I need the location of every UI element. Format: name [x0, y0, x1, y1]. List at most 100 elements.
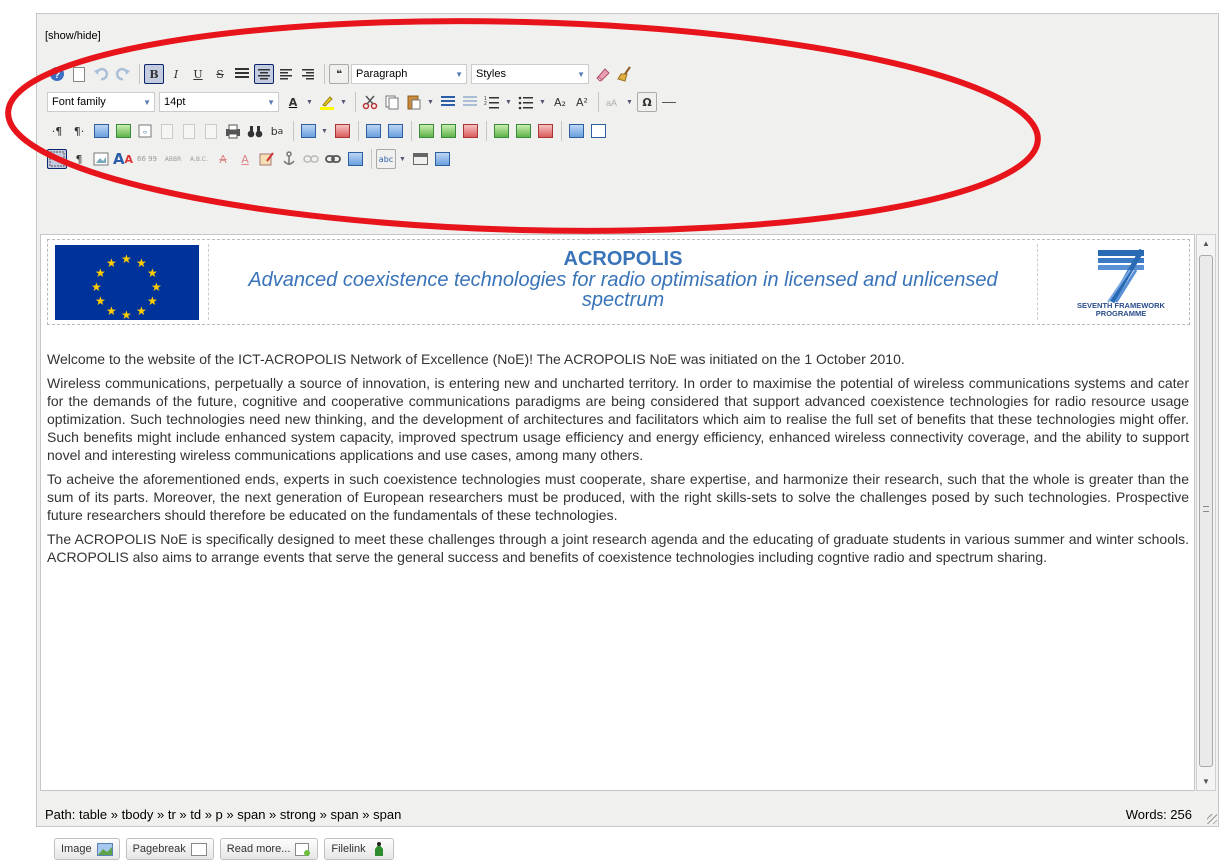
numbered-list-icon[interactable]: 12 [482, 92, 502, 112]
insert-table-icon[interactable] [298, 121, 318, 141]
toolbar-separator [324, 64, 325, 84]
chevron-down-icon[interactable]: ▼ [320, 121, 329, 141]
chevron-down-icon[interactable]: ▼ [305, 92, 314, 112]
font-size-select[interactable]: 14pt ▼ [159, 92, 279, 112]
search-binoculars-icon[interactable] [245, 121, 265, 141]
spellcheck-button[interactable]: abc [376, 149, 396, 169]
cleanup-broom-icon[interactable] [615, 64, 635, 84]
insert-row-before-icon[interactable] [416, 121, 436, 141]
merge-cells-icon[interactable] [588, 121, 608, 141]
underline-button[interactable]: U [188, 64, 208, 84]
subscript-button[interactable]: A₂ [550, 92, 570, 112]
visualchars-icon[interactable] [201, 121, 221, 141]
bullet-list-icon[interactable] [516, 92, 536, 112]
page-break-icon[interactable] [410, 149, 430, 169]
special-character-button[interactable]: Ω [637, 92, 657, 112]
read-more-button[interactable]: Read more... [219, 838, 319, 860]
redo-icon[interactable] [113, 64, 133, 84]
table-cell-props-icon[interactable] [385, 121, 405, 141]
bold-button[interactable]: B [144, 64, 164, 84]
chevron-down-icon[interactable]: ▼ [504, 92, 513, 112]
insert-layer-icon[interactable] [157, 121, 177, 141]
template-icon[interactable] [113, 121, 133, 141]
align-left-icon[interactable] [276, 64, 296, 84]
toolbar-row-4: ¶ AA 66 99 ABBR A.B.C. A A abc ▼ [47, 147, 454, 171]
editor-content-area[interactable]: ★ ★ ★ ★ ★ ★ ★ ★ ★ ★ ★ ★ ACROPOLIS Advanc… [40, 234, 1195, 791]
text-color-icon[interactable]: A [283, 92, 303, 112]
resize-grip-icon[interactable] [1207, 814, 1217, 824]
strikethrough-button[interactable]: S [210, 64, 230, 84]
superscript-button[interactable]: A² [572, 92, 592, 112]
vertical-scrollbar[interactable]: ▲ ▼ [1196, 234, 1216, 791]
visual-aid-icon[interactable] [47, 149, 67, 169]
delete-column-icon[interactable] [535, 121, 555, 141]
styles-select[interactable]: Styles ▼ [471, 64, 589, 84]
anchor-icon[interactable] [279, 149, 299, 169]
blockquote-icon[interactable]: ❝ [329, 64, 349, 84]
html-source-icon[interactable]: ‹› [135, 121, 155, 141]
insert-column-after-icon[interactable] [513, 121, 533, 141]
align-right-icon[interactable] [298, 64, 318, 84]
nonbreaking-space-icon[interactable]: ¶ [69, 149, 89, 169]
italic-button[interactable]: I [166, 64, 186, 84]
chevron-down-icon[interactable]: ▼ [625, 92, 634, 112]
delete-row-icon[interactable] [460, 121, 480, 141]
font-family-select[interactable]: Font family ▼ [47, 92, 155, 112]
print-icon[interactable] [223, 121, 243, 141]
fp7-seven-icon [1098, 248, 1145, 304]
read-more-icon[interactable] [432, 149, 452, 169]
attributes-icon[interactable] [257, 149, 277, 169]
copy-icon[interactable] [382, 92, 402, 112]
banner-title: ACROPOLIS [563, 248, 683, 270]
outdent-icon[interactable] [460, 92, 480, 112]
split-cells-icon[interactable] [566, 121, 586, 141]
scrollbar-thumb[interactable] [1199, 255, 1213, 767]
unlink-icon[interactable] [301, 149, 321, 169]
undo-icon[interactable] [91, 64, 111, 84]
insert-image-icon[interactable] [91, 149, 111, 169]
paste-icon[interactable] [404, 92, 424, 112]
delete-table-icon[interactable] [332, 121, 352, 141]
filelink-button[interactable]: Filelink [324, 838, 394, 860]
abbr-button[interactable]: ABBR [161, 149, 185, 169]
pagebreak-button[interactable]: Pagebreak [125, 838, 214, 860]
font-style-icon[interactable]: AA [113, 149, 133, 169]
justify-full-icon[interactable] [232, 64, 252, 84]
replace-icon[interactable]: ba [267, 121, 287, 141]
table-row-props-icon[interactable] [363, 121, 383, 141]
acronym-button[interactable]: A.B.C. [187, 149, 211, 169]
insert-link-icon[interactable] [323, 149, 343, 169]
horizontal-rule-icon[interactable] [659, 92, 679, 112]
insert-media-icon[interactable] [345, 149, 365, 169]
show-hide-toggle[interactable]: [show/hide] [45, 30, 101, 42]
indent-icon[interactable] [438, 92, 458, 112]
paragraph: Wireless communications, perpetually a s… [47, 375, 1189, 463]
paste-as-text-icon[interactable]: aA [603, 92, 623, 112]
insertion-icon[interactable]: A [235, 149, 255, 169]
format-select[interactable]: Paragraph ▼ [351, 64, 467, 84]
deletion-icon[interactable]: A [213, 149, 233, 169]
insert-column-before-icon[interactable] [491, 121, 511, 141]
scroll-up-arrow-icon[interactable]: ▲ [1197, 235, 1215, 252]
insert-row-after-icon[interactable] [438, 121, 458, 141]
chevron-down-icon[interactable]: ▼ [538, 92, 547, 112]
ltr-button[interactable]: ·¶ [47, 121, 67, 141]
new-document-icon[interactable] [69, 64, 89, 84]
chevron-down-icon[interactable]: ▼ [426, 92, 435, 112]
fullscreen-icon[interactable] [91, 121, 111, 141]
style-props-icon[interactable] [179, 121, 199, 141]
banner-subtitle: Advanced coexistence technologies for ra… [248, 269, 998, 311]
rtl-button[interactable]: ¶· [69, 121, 89, 141]
chevron-down-icon[interactable]: ▼ [398, 149, 407, 169]
eraser-icon[interactable] [593, 64, 613, 84]
chevron-down-icon[interactable]: ▼ [339, 92, 348, 112]
cite-button[interactable]: 66 99 [135, 149, 159, 169]
read-more-button-label: Read more... [226, 843, 291, 855]
help-icon[interactable]: ? [47, 64, 67, 84]
scroll-down-arrow-icon[interactable]: ▼ [1197, 773, 1215, 790]
align-center-icon[interactable] [254, 64, 274, 84]
fp7-caption: SEVENTH FRAMEWORK PROGRAMME [1077, 301, 1165, 318]
cut-scissors-icon[interactable] [360, 92, 380, 112]
highlight-color-icon[interactable] [317, 92, 337, 112]
image-button[interactable]: Image [54, 838, 120, 860]
